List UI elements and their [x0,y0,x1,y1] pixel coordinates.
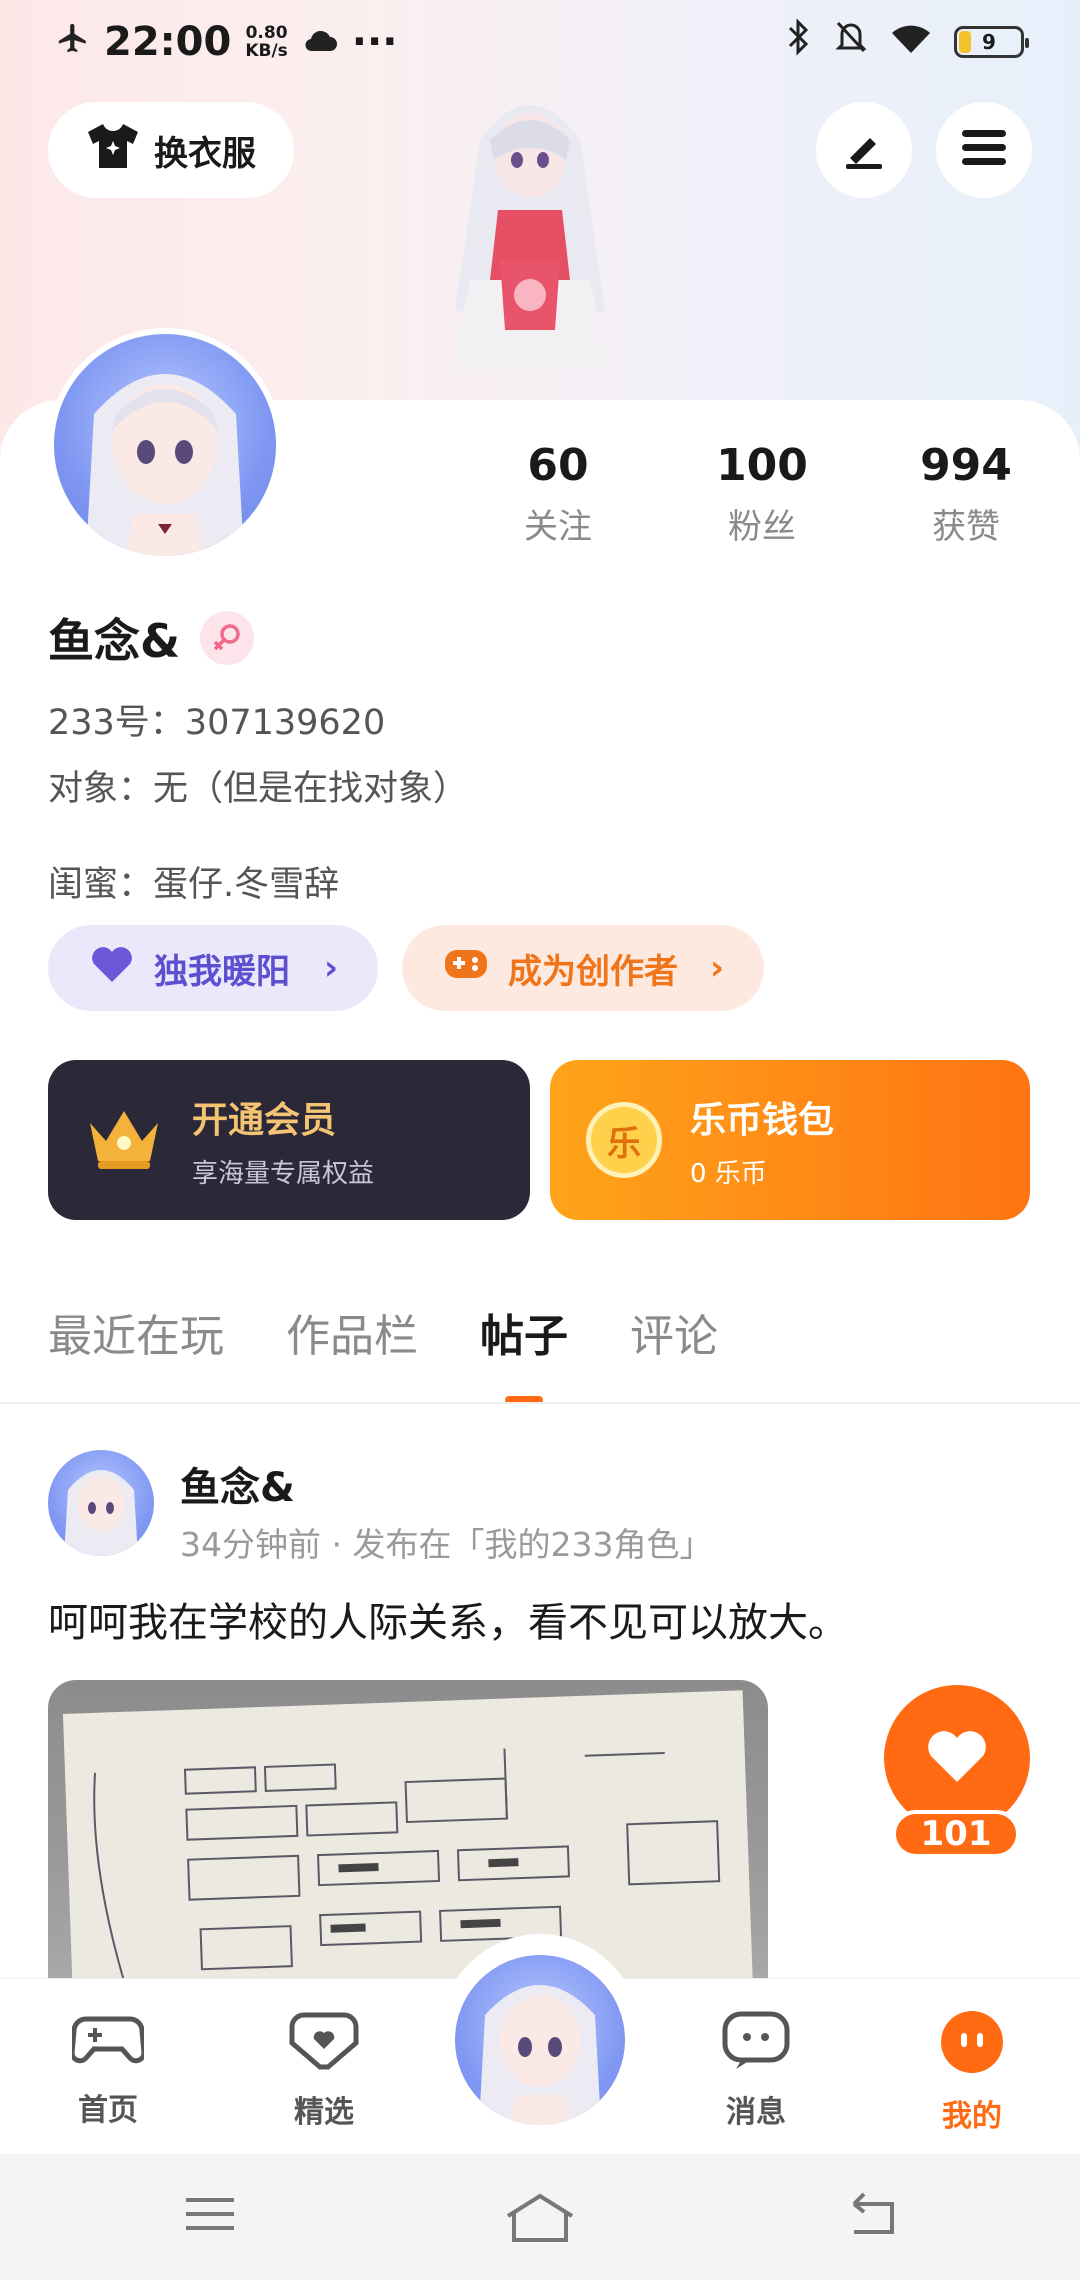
content-tabs: 最近在玩 作品栏 帖子 评论 [48,1300,718,1364]
nav-me[interactable]: 我的 [892,2009,1052,2135]
stat-fans[interactable]: 100 粉丝 [662,440,862,548]
vip-title: 开通会员 [192,1099,337,1141]
cloud-icon [302,19,338,65]
nav-label: 精选 [294,2095,354,2130]
chevron-right-icon: › [323,948,338,988]
system-navigation-bar [0,2154,1080,2280]
home-icon[interactable] [504,2190,576,2250]
edit-button[interactable] [816,102,912,198]
tab-works[interactable]: 作品栏 [286,1300,418,1364]
wallet-balance: 0 乐币 [690,1158,767,1189]
post-image[interactable] [48,1680,768,1980]
stat-value: 994 [920,440,1012,491]
like-count: 101 [892,1810,1020,1858]
gamepad-icon [69,2009,147,2077]
character-model[interactable] [390,80,670,400]
battery-level: 9 [982,30,996,54]
bluetooth-icon [786,18,812,66]
gamepad-icon [442,944,490,993]
coin-icon-char: 乐 [607,1123,641,1164]
stat-label: 粉丝 [728,507,796,547]
coin-icon: 乐 [586,1102,662,1178]
relation-badge-label: 独我暖阳 [154,951,290,992]
nav-label: 消息 [726,2095,786,2130]
shirt-icon [86,121,140,180]
nav-label: 首页 [78,2093,138,2128]
stat-likes[interactable]: 994 获赞 [866,440,1066,548]
coin-wallet-card[interactable]: 乐 乐币钱包 0 乐币 [550,1060,1030,1220]
heart-icon [925,1728,989,1788]
nav-messages[interactable]: 消息 [676,2009,836,2131]
wallet-title: 乐币钱包 [690,1099,835,1141]
become-creator-button[interactable]: 成为创作者 › [402,925,764,1011]
battery-indicator: 9 [954,26,1029,58]
post-author-avatar[interactable] [48,1450,154,1556]
stat-value: 100 [716,440,808,491]
nav-home[interactable]: 首页 [28,2009,188,2129]
vip-membership-card[interactable]: 开通会员 享海量专属权益 [48,1060,530,1220]
heart-chat-icon [288,2009,360,2079]
pencil-icon [840,124,888,176]
relationship-info: 对象：无（但是在找对象） [48,769,469,809]
nav-featured[interactable]: 精选 [244,2009,404,2131]
stat-label: 关注 [524,507,592,547]
become-creator-label: 成为创作者 [508,951,678,992]
change-outfit-label: 换衣服 [154,133,256,174]
post-meta: 34分钟前 · 发布在「我的233角色」 [180,1525,713,1564]
profile-name-row: 鱼念& [48,605,255,671]
stat-label: 获赞 [932,507,1000,547]
back-icon[interactable] [842,2190,898,2242]
handwritten-paper [62,1690,754,1980]
tab-recently-played[interactable]: 最近在玩 [48,1300,224,1364]
chevron-right-icon: › [709,948,724,988]
message-icon [720,2009,792,2079]
tabs-divider [0,1402,1080,1404]
crown-icon [84,1103,164,1177]
network-speed-unit: KB/s [245,41,288,61]
mute-icon [834,19,868,65]
status-bar: 22:00 0.80 KB/s ··· 9 [0,0,1080,84]
profile-name: 鱼念& [48,614,181,668]
heart-icon [88,944,136,993]
airplane-icon [56,19,90,65]
menu-button[interactable] [936,102,1032,198]
tab-comments[interactable]: 评论 [630,1300,718,1364]
post-author-name[interactable]: 鱼念& [180,1455,295,1513]
status-time: 22:00 [104,19,232,65]
bestie-info: 闺蜜：蛋仔.冬雪辞 [48,865,340,905]
wifi-icon [890,19,932,65]
network-speed-value: 0.80 [245,23,288,43]
change-outfit-button[interactable]: 换衣服 [48,102,294,198]
recent-apps-icon[interactable] [182,2190,238,2242]
relation-badge-button[interactable]: 独我暖阳 › [48,925,378,1011]
hamburger-icon [960,128,1008,172]
nav-avatar-button[interactable] [455,1955,625,2125]
profile-avatar[interactable] [48,328,282,562]
stat-value: 60 [527,440,589,491]
more-status-icon: ··· [351,19,398,65]
user-id: 233号：307139620 [48,703,386,743]
nav-label: 我的 [942,2099,1002,2134]
female-icon [200,611,255,665]
post-text[interactable]: 呵呵我在学校的人际关系，看不见可以放大。 [48,1590,848,1648]
vip-subtitle: 享海量专属权益 [192,1158,375,1189]
network-speed: 0.80 KB/s [245,24,287,60]
tab-posts[interactable]: 帖子 [480,1300,568,1364]
smile-face-icon [939,2009,1005,2083]
stat-following[interactable]: 60 关注 [458,440,658,548]
